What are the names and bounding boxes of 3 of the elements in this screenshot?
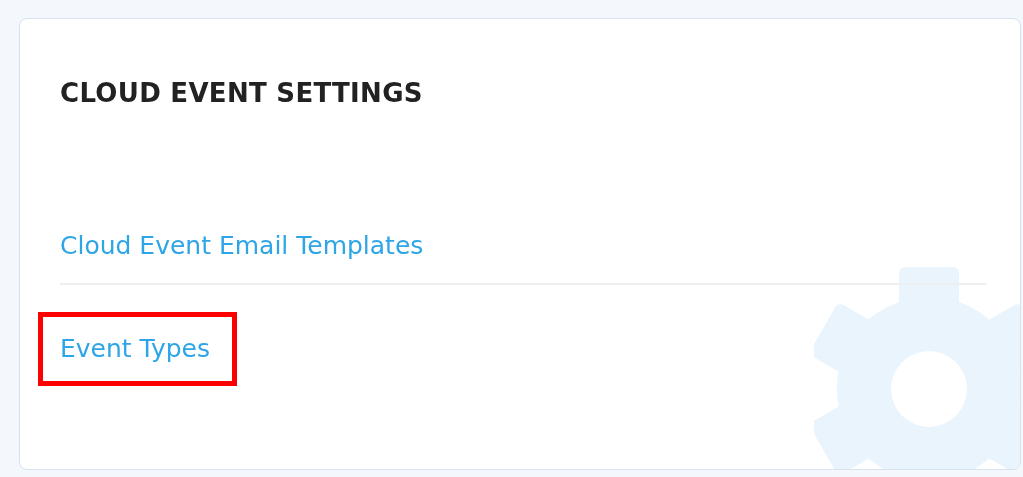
settings-link[interactable]: Cloud Event Email Templates (38, 209, 451, 283)
settings-link[interactable]: Event Types (38, 312, 237, 386)
section-title: CLOUD EVENT SETTINGS (60, 77, 424, 110)
